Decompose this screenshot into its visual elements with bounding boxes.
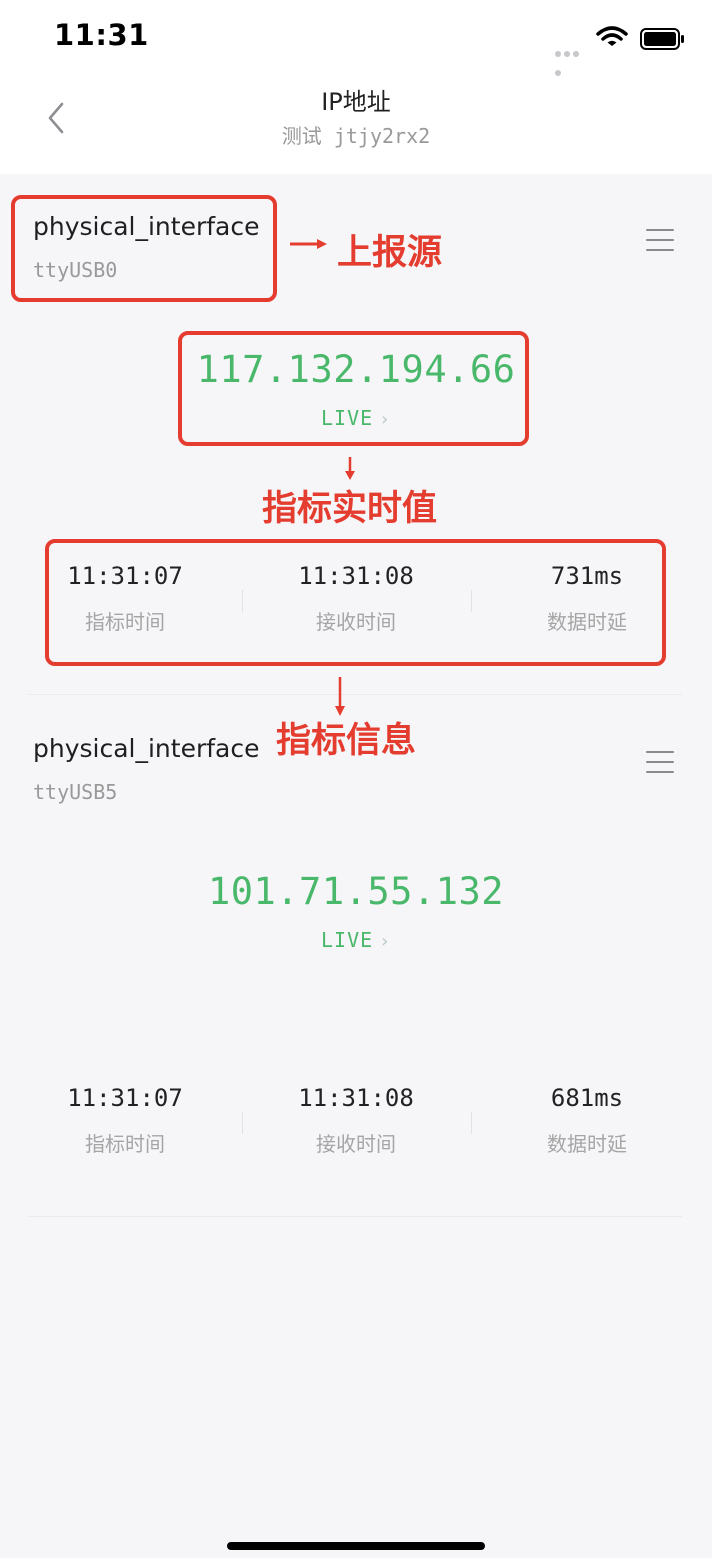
ip-value: 101.71.55.132 [207,870,505,913]
data-latency-label: 数据时延 [547,1132,627,1156]
signal-icon [555,42,589,76]
card-divider [28,1216,682,1217]
page-title: IP地址 [321,88,391,116]
battery-icon [640,28,684,50]
card-divider [28,694,682,695]
card-source: ttyUSB5 [33,780,118,804]
arrow-down-icon [345,457,355,480]
live-label: LIVE [320,928,374,952]
wifi-icon [596,26,628,46]
receive-time-label: 接收时间 [316,1132,396,1156]
page-subtitle: 测试 jtjy2rx2 [281,124,431,148]
home-indicator[interactable] [227,1542,485,1550]
annotation-box-realtime [178,331,529,446]
menu-icon[interactable] [646,229,674,251]
annotation-metric-info-label: 指标信息 [276,721,417,761]
annotation-box-metric-info [45,539,666,666]
annotation-realtime-label: 指标实时值 [262,489,438,529]
menu-icon[interactable] [646,751,674,773]
chevron-right-icon: › [379,931,391,952]
metric-time-value: 11:31:07 [67,1084,183,1112]
card-interface-name: physical_interface [33,734,260,763]
annotation-source-label: 上报源 [337,233,443,273]
live-link[interactable]: LIVE › [0,928,712,952]
metric-time-label: 指标时间 [85,1132,165,1156]
metric-card: physical_interface ttyUSB5 101.71.55.132… [0,696,712,1216]
data-latency-value: 681ms [550,1084,624,1112]
receive-time-value: 11:31:08 [298,1084,414,1112]
status-time: 11:31 [54,18,149,52]
annotation-box-source [11,195,277,302]
arrow-right-icon [290,239,327,249]
